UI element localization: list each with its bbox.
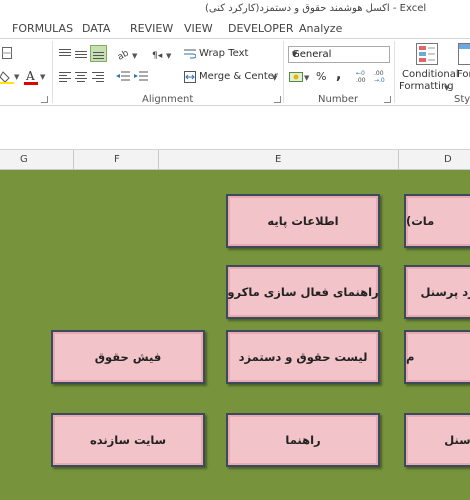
column-headers: G F E D (0, 150, 470, 170)
excel-window: اکسل هوشمند حقوق و دستمزد(کارکرد کنی) - … (0, 0, 470, 500)
tab-developer[interactable]: DEVELOPER (228, 22, 294, 35)
conditional-dropdown-icon[interactable]: ▼ (444, 84, 449, 92)
svg-text:.00: .00 (374, 70, 384, 77)
orientation-icon[interactable]: ab (117, 47, 131, 61)
fill-color-dropdown-icon[interactable]: ▼ (14, 73, 19, 81)
align-right-icon[interactable] (92, 72, 104, 82)
tab-analyze[interactable]: Analyze (299, 22, 342, 35)
percent-style-button[interactable]: % (316, 70, 326, 83)
merge-center-icon (184, 71, 196, 83)
conditional-formatting-button[interactable]: Conditional (402, 69, 459, 80)
align-left-icon[interactable] (59, 72, 71, 82)
font-color-icon[interactable]: A (24, 69, 38, 85)
number-launcher-icon[interactable] (384, 96, 391, 103)
wrap-text-button[interactable]: Wrap Text (199, 48, 248, 59)
tab-view[interactable]: VIEW (184, 22, 213, 35)
text-direction-icon[interactable]: ¶◂ (152, 48, 166, 60)
column-header-g[interactable]: G (20, 154, 28, 165)
guide-button[interactable]: راهنما (226, 413, 380, 467)
title-bar: اکسل هوشمند حقوق و دستمزد(کارکرد کنی) - … (0, 0, 470, 18)
align-middle-icon[interactable] (75, 49, 87, 59)
orientation-dropdown-icon[interactable]: ▼ (132, 52, 137, 60)
font-launcher-icon[interactable] (41, 96, 48, 103)
merge-center-button[interactable]: Merge & Center (199, 71, 278, 82)
styles-group-label: Styl (454, 94, 470, 105)
fill-color-icon[interactable] (0, 70, 14, 84)
increase-indent-icon[interactable] (134, 71, 148, 83)
svg-text:.00: .00 (356, 77, 366, 83)
macro-guide-button[interactable]: راهنمای فعال سازی ماکرو (226, 265, 380, 319)
svg-text:→.0: →.0 (374, 77, 385, 83)
payslip-button[interactable]: فیش حقوق (51, 330, 205, 384)
personnel-work-button[interactable]: کرد پرسنل (404, 265, 470, 319)
svg-text:A: A (25, 69, 35, 83)
accounting-dropdown-icon[interactable]: ▼ (304, 74, 309, 82)
align-top-icon[interactable] (59, 49, 71, 59)
text-direction-dropdown-icon[interactable]: ▼ (166, 52, 171, 60)
formula-bar[interactable] (0, 106, 470, 150)
format-as-table-button[interactable]: For (457, 69, 470, 80)
alignment-group-label: Alignment (142, 94, 194, 105)
tab-formulas[interactable]: FORMULAS (12, 22, 73, 35)
column-header-f[interactable]: F (114, 154, 120, 165)
payroll-list-button[interactable]: لیست حقوق و دستمزد (226, 330, 380, 384)
column-header-e[interactable]: E (275, 154, 281, 165)
borders-icon[interactable] (2, 47, 12, 59)
tab-review[interactable]: REVIEW (130, 22, 173, 35)
number-group-label: Number (318, 94, 359, 105)
comma-style-button[interactable]: , (336, 67, 341, 83)
tab-data[interactable]: DATA (82, 22, 110, 35)
chevron-down-icon: ▼ (292, 50, 298, 58)
format-as-table-icon (458, 43, 470, 65)
increase-decimal-icon[interactable]: ←0 .00 (356, 69, 372, 83)
general-info-button[interactable]: مات) (404, 194, 470, 248)
ribbon-tabs: FORMULAS DATA REVIEW VIEW DEVELOPER Anal… (0, 18, 470, 38)
svg-text:ab: ab (117, 48, 131, 61)
window-title: اکسل هوشمند حقوق و دستمزد(کارکرد کنی) - … (205, 3, 427, 14)
wrap-text-icon (184, 49, 196, 59)
number-format-select[interactable]: General ▼ (288, 46, 390, 63)
accounting-format-icon[interactable] (289, 70, 305, 84)
decrease-indent-icon[interactable] (116, 71, 130, 83)
personnel-button[interactable]: پرسنل (404, 413, 470, 467)
svg-text:←0: ←0 (356, 70, 365, 77)
ribbon: ▼ A ▼ ab ▼ ¶◂ ▼ Wrap Text Merge & Center… (0, 38, 470, 106)
base-info-button[interactable]: اطلاعات پایه (226, 194, 380, 248)
font-color-dropdown-icon[interactable]: ▼ (40, 73, 45, 81)
conditional-formatting-icon (416, 43, 438, 65)
svg-text:¶◂: ¶◂ (152, 51, 163, 60)
creator-site-button[interactable]: سایت سازنده (51, 413, 205, 467)
merge-dropdown-icon[interactable]: ▼ (272, 74, 277, 82)
alignment-launcher-icon[interactable] (274, 96, 281, 103)
partial-button[interactable]: م (404, 330, 470, 384)
sheet-area: اطلاعات پایه مات) راهنمای فعال سازی ماکر… (0, 170, 470, 500)
column-header-d[interactable]: D (444, 154, 452, 165)
align-bottom-icon[interactable] (90, 45, 107, 62)
align-center-icon[interactable] (75, 72, 87, 82)
decrease-decimal-icon[interactable]: .00 →.0 (374, 69, 390, 83)
